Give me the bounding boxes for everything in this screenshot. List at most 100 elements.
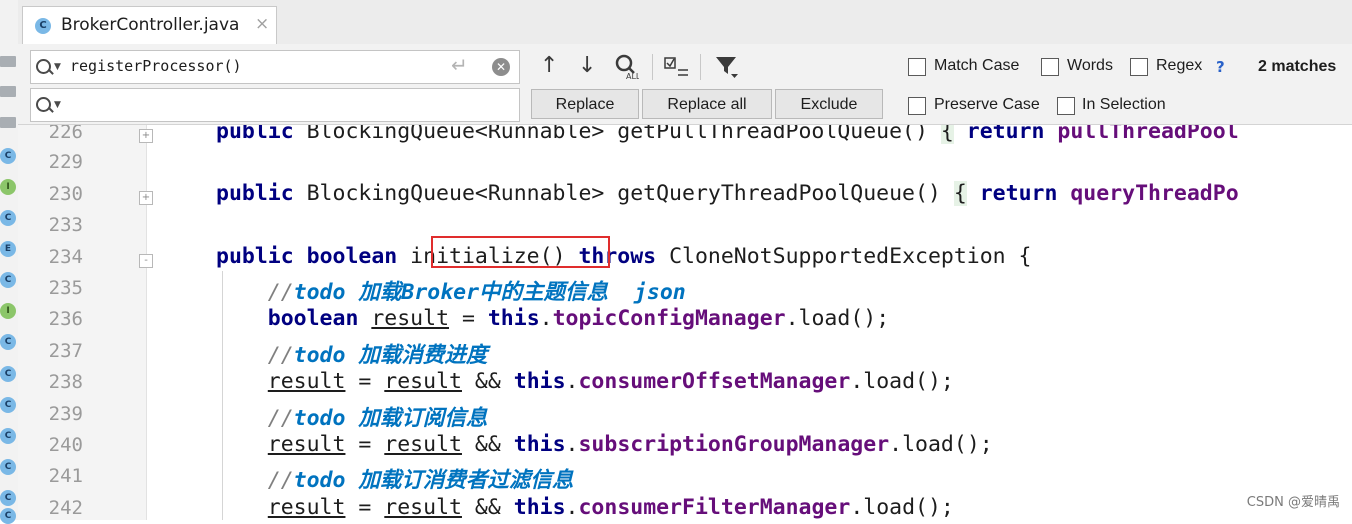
find-replace-panel: ▼ registerProcessor() ↵ ✕ ▼ ↑ ↓ ALL Repl… xyxy=(18,44,1352,125)
search-input[interactable]: ▼ registerProcessor() ↵ ✕ xyxy=(30,50,520,84)
code-token: = xyxy=(449,306,488,331)
code-token: = xyxy=(345,369,385,394)
replace-all-button[interactable]: Replace all xyxy=(642,89,772,119)
code-token: this xyxy=(513,495,566,520)
clear-search-icon[interactable]: ✕ xyxy=(492,58,510,76)
enum-icon[interactable]: E xyxy=(0,241,16,257)
code-token: { xyxy=(953,181,967,206)
words-label[interactable]: Words xyxy=(1067,57,1113,75)
line-number: 240 xyxy=(48,434,83,456)
line-number: 230 xyxy=(48,183,83,205)
new-line-icon[interactable]: ↵ xyxy=(451,53,468,77)
code-token: subscriptionGroupManager xyxy=(578,432,890,457)
class-icon[interactable]: C xyxy=(0,148,16,164)
in-selection-checkbox[interactable] xyxy=(1057,97,1075,115)
code-line: //todo 加载订阅信息 xyxy=(216,401,488,432)
filter-icon[interactable] xyxy=(714,52,740,88)
toolbar-separator xyxy=(652,54,653,80)
folder-icon[interactable] xyxy=(0,56,16,67)
code-token: result xyxy=(384,432,462,457)
line-number: 237 xyxy=(48,340,83,362)
class-icon[interactable]: C xyxy=(0,428,16,444)
replace-history-dropdown-icon[interactable]: ▼ xyxy=(54,100,61,110)
code-editor[interactable]: 226 229 230 233 234 235 236 237 238 239 240 241 242 +… xyxy=(18,125,1352,520)
filter-search-results-icon[interactable] xyxy=(664,52,690,88)
line-number: 241 xyxy=(48,465,83,487)
line-number: 238 xyxy=(48,371,83,393)
code-token: todo 加载Broker中的主题信息 json xyxy=(293,280,686,305)
tab-broker-controller[interactable]: C BrokerController.java × xyxy=(22,6,277,45)
code-token: this xyxy=(513,369,566,394)
match-case-checkbox[interactable] xyxy=(908,58,926,76)
search-history-dropdown-icon[interactable]: ▼ xyxy=(54,62,61,72)
class-icon[interactable]: C xyxy=(0,397,16,413)
replace-input[interactable]: ▼ xyxy=(30,88,520,122)
code-token: public xyxy=(216,125,294,144)
code-token: // xyxy=(216,280,294,305)
code-token: consumerOffsetManager xyxy=(578,369,851,394)
fold-collapse-icon[interactable]: - xyxy=(139,254,153,268)
preserve-case-checkbox[interactable] xyxy=(908,97,926,115)
code-line: public BlockingQueue<Runnable> getQueryT… xyxy=(216,181,1239,206)
class-icon[interactable]: C xyxy=(0,490,16,506)
regex-help-icon[interactable]: ? xyxy=(1216,58,1225,76)
class-icon[interactable]: C xyxy=(0,459,16,475)
code-line: boolean result = this.topicConfigManager… xyxy=(216,306,889,331)
code-token: public xyxy=(216,244,294,269)
fold-expand-icon[interactable]: + xyxy=(139,129,153,143)
code-token: consumerFilterManager xyxy=(578,495,851,520)
code-token: result xyxy=(267,432,346,457)
fold-expand-icon[interactable]: + xyxy=(139,191,153,205)
search-icon[interactable] xyxy=(36,59,51,74)
code-token: . xyxy=(565,432,579,457)
code-token: topicConfigManager xyxy=(552,306,786,331)
code-token: { xyxy=(940,125,954,144)
code-line: result = result && this.consumerFilterMa… xyxy=(216,495,954,520)
interface-icon[interactable]: I xyxy=(0,179,16,195)
code-token: pullThreadPool xyxy=(1057,125,1239,144)
code-token: // xyxy=(216,343,294,368)
class-icon[interactable]: C xyxy=(0,210,16,226)
code-token: // xyxy=(216,468,294,493)
tab-label: BrokerController.java xyxy=(61,15,240,35)
initialize-highlight-box xyxy=(431,236,610,268)
in-selection-label[interactable]: In Selection xyxy=(1082,96,1166,114)
preserve-case-label[interactable]: Preserve Case xyxy=(934,96,1040,114)
regex-checkbox[interactable] xyxy=(1130,58,1148,76)
java-class-icon: C xyxy=(35,18,51,34)
match-case-label[interactable]: Match Case xyxy=(934,57,1019,75)
code-token: result xyxy=(371,306,450,331)
regex-label[interactable]: Regex xyxy=(1156,57,1202,75)
class-icon[interactable]: C xyxy=(0,272,16,288)
class-icon[interactable]: C xyxy=(0,508,16,524)
exclude-button[interactable]: Exclude xyxy=(775,89,883,119)
folder-icon[interactable] xyxy=(0,86,16,97)
code-token: .load(); xyxy=(850,369,954,394)
code-token: result xyxy=(384,369,462,394)
previous-occurrence-icon[interactable]: ↑ xyxy=(540,52,558,80)
svg-text:ALL: ALL xyxy=(626,72,639,80)
folder-icon[interactable] xyxy=(0,117,16,128)
line-number: 236 xyxy=(48,308,83,330)
replace-search-icon[interactable] xyxy=(36,97,51,112)
words-checkbox[interactable] xyxy=(1041,58,1059,76)
next-occurrence-icon[interactable]: ↓ xyxy=(578,52,596,80)
code-token: BlockingQueue<Runnable> getPullThreadPoo… xyxy=(293,125,941,144)
line-number: 226 xyxy=(48,125,83,143)
code-token: = xyxy=(345,495,385,520)
close-tab-icon[interactable]: × xyxy=(255,14,269,34)
editor-tab-bar: C BrokerController.java × xyxy=(18,0,1352,45)
code-line: public BlockingQueue<Runnable> getPullTh… xyxy=(216,125,1239,144)
class-icon[interactable]: C xyxy=(0,366,16,382)
select-all-occurrences-icon[interactable]: ALL xyxy=(615,52,641,88)
class-icon[interactable]: C xyxy=(0,334,16,350)
replace-button[interactable]: Replace xyxy=(531,89,639,119)
interface-icon[interactable]: I xyxy=(0,303,16,319)
code-token: && xyxy=(461,432,514,457)
